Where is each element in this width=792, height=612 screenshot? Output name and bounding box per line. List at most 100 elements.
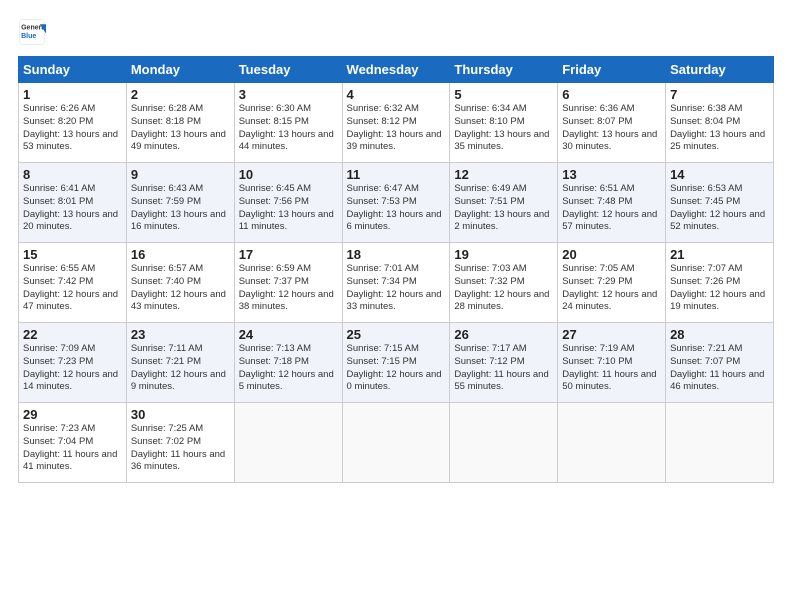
- calendar-cell: 29Sunrise: 7:23 AMSunset: 7:04 PMDayligh…: [19, 403, 127, 483]
- day-number: 13: [562, 167, 661, 182]
- calendar-cell: 8Sunrise: 6:41 AMSunset: 8:01 PMDaylight…: [19, 163, 127, 243]
- calendar-cell: 23Sunrise: 7:11 AMSunset: 7:21 PMDayligh…: [126, 323, 234, 403]
- day-info: Sunrise: 6:26 AMSunset: 8:20 PMDaylight:…: [23, 103, 118, 152]
- day-info: Sunrise: 6:59 AMSunset: 7:37 PMDaylight:…: [239, 263, 334, 312]
- day-number: 26: [454, 327, 553, 342]
- day-info: Sunrise: 7:03 AMSunset: 7:32 PMDaylight:…: [454, 263, 549, 312]
- calendar-cell: 12Sunrise: 6:49 AMSunset: 7:51 PMDayligh…: [450, 163, 558, 243]
- calendar-cell: 6Sunrise: 6:36 AMSunset: 8:07 PMDaylight…: [558, 83, 666, 163]
- day-number: 25: [347, 327, 446, 342]
- calendar-cell: 17Sunrise: 6:59 AMSunset: 7:37 PMDayligh…: [234, 243, 342, 323]
- day-number: 4: [347, 87, 446, 102]
- calendar-cell: 25Sunrise: 7:15 AMSunset: 7:15 PMDayligh…: [342, 323, 450, 403]
- calendar-cell: [666, 403, 774, 483]
- weekday-header-saturday: Saturday: [666, 57, 774, 83]
- calendar-cell: 3Sunrise: 6:30 AMSunset: 8:15 PMDaylight…: [234, 83, 342, 163]
- day-info: Sunrise: 7:11 AMSunset: 7:21 PMDaylight:…: [131, 343, 226, 392]
- day-number: 20: [562, 247, 661, 262]
- day-number: 23: [131, 327, 230, 342]
- day-info: Sunrise: 6:32 AMSunset: 8:12 PMDaylight:…: [347, 103, 442, 152]
- calendar-cell: 24Sunrise: 7:13 AMSunset: 7:18 PMDayligh…: [234, 323, 342, 403]
- day-info: Sunrise: 7:01 AMSunset: 7:34 PMDaylight:…: [347, 263, 442, 312]
- day-number: 6: [562, 87, 661, 102]
- day-info: Sunrise: 6:30 AMSunset: 8:15 PMDaylight:…: [239, 103, 334, 152]
- day-number: 9: [131, 167, 230, 182]
- calendar-cell: 20Sunrise: 7:05 AMSunset: 7:29 PMDayligh…: [558, 243, 666, 323]
- calendar-cell: 15Sunrise: 6:55 AMSunset: 7:42 PMDayligh…: [19, 243, 127, 323]
- calendar-cell: 7Sunrise: 6:38 AMSunset: 8:04 PMDaylight…: [666, 83, 774, 163]
- calendar-cell: 14Sunrise: 6:53 AMSunset: 7:45 PMDayligh…: [666, 163, 774, 243]
- day-info: Sunrise: 6:28 AMSunset: 8:18 PMDaylight:…: [131, 103, 226, 152]
- day-number: 22: [23, 327, 122, 342]
- weekday-header-tuesday: Tuesday: [234, 57, 342, 83]
- day-number: 18: [347, 247, 446, 262]
- day-info: Sunrise: 6:41 AMSunset: 8:01 PMDaylight:…: [23, 183, 118, 232]
- day-info: Sunrise: 6:51 AMSunset: 7:48 PMDaylight:…: [562, 183, 657, 232]
- day-number: 19: [454, 247, 553, 262]
- weekday-header-wednesday: Wednesday: [342, 57, 450, 83]
- calendar-cell: 27Sunrise: 7:19 AMSunset: 7:10 PMDayligh…: [558, 323, 666, 403]
- day-number: 24: [239, 327, 338, 342]
- calendar-cell: [342, 403, 450, 483]
- day-number: 30: [131, 407, 230, 422]
- calendar-cell: [450, 403, 558, 483]
- calendar-cell: 5Sunrise: 6:34 AMSunset: 8:10 PMDaylight…: [450, 83, 558, 163]
- day-info: Sunrise: 7:21 AMSunset: 7:07 PMDaylight:…: [670, 343, 764, 392]
- day-number: 16: [131, 247, 230, 262]
- day-info: Sunrise: 6:38 AMSunset: 8:04 PMDaylight:…: [670, 103, 765, 152]
- calendar-cell: 16Sunrise: 6:57 AMSunset: 7:40 PMDayligh…: [126, 243, 234, 323]
- calendar-cell: 4Sunrise: 6:32 AMSunset: 8:12 PMDaylight…: [342, 83, 450, 163]
- weekday-header-sunday: Sunday: [19, 57, 127, 83]
- day-number: 2: [131, 87, 230, 102]
- day-info: Sunrise: 7:19 AMSunset: 7:10 PMDaylight:…: [562, 343, 656, 392]
- calendar-cell: [234, 403, 342, 483]
- day-info: Sunrise: 6:55 AMSunset: 7:42 PMDaylight:…: [23, 263, 118, 312]
- day-number: 3: [239, 87, 338, 102]
- calendar-cell: 30Sunrise: 7:25 AMSunset: 7:02 PMDayligh…: [126, 403, 234, 483]
- day-number: 10: [239, 167, 338, 182]
- day-number: 21: [670, 247, 769, 262]
- day-info: Sunrise: 6:45 AMSunset: 7:56 PMDaylight:…: [239, 183, 334, 232]
- day-info: Sunrise: 6:34 AMSunset: 8:10 PMDaylight:…: [454, 103, 549, 152]
- day-info: Sunrise: 6:49 AMSunset: 7:51 PMDaylight:…: [454, 183, 549, 232]
- day-info: Sunrise: 7:09 AMSunset: 7:23 PMDaylight:…: [23, 343, 118, 392]
- day-info: Sunrise: 7:17 AMSunset: 7:12 PMDaylight:…: [454, 343, 548, 392]
- calendar-cell: 11Sunrise: 6:47 AMSunset: 7:53 PMDayligh…: [342, 163, 450, 243]
- day-info: Sunrise: 6:53 AMSunset: 7:45 PMDaylight:…: [670, 183, 765, 232]
- day-info: Sunrise: 6:36 AMSunset: 8:07 PMDaylight:…: [562, 103, 657, 152]
- weekday-header-thursday: Thursday: [450, 57, 558, 83]
- calendar-cell: 13Sunrise: 6:51 AMSunset: 7:48 PMDayligh…: [558, 163, 666, 243]
- day-info: Sunrise: 7:05 AMSunset: 7:29 PMDaylight:…: [562, 263, 657, 312]
- day-number: 15: [23, 247, 122, 262]
- logo: General Blue: [18, 18, 50, 46]
- calendar-cell: 1Sunrise: 6:26 AMSunset: 8:20 PMDaylight…: [19, 83, 127, 163]
- calendar-cell: 21Sunrise: 7:07 AMSunset: 7:26 PMDayligh…: [666, 243, 774, 323]
- day-info: Sunrise: 7:25 AMSunset: 7:02 PMDaylight:…: [131, 423, 225, 472]
- calendar-cell: 10Sunrise: 6:45 AMSunset: 7:56 PMDayligh…: [234, 163, 342, 243]
- svg-text:Blue: Blue: [21, 33, 36, 40]
- calendar-cell: [558, 403, 666, 483]
- day-number: 1: [23, 87, 122, 102]
- day-info: Sunrise: 6:47 AMSunset: 7:53 PMDaylight:…: [347, 183, 442, 232]
- calendar-cell: 28Sunrise: 7:21 AMSunset: 7:07 PMDayligh…: [666, 323, 774, 403]
- day-info: Sunrise: 7:13 AMSunset: 7:18 PMDaylight:…: [239, 343, 334, 392]
- calendar-cell: 19Sunrise: 7:03 AMSunset: 7:32 PMDayligh…: [450, 243, 558, 323]
- day-info: Sunrise: 7:15 AMSunset: 7:15 PMDaylight:…: [347, 343, 442, 392]
- day-info: Sunrise: 6:57 AMSunset: 7:40 PMDaylight:…: [131, 263, 226, 312]
- day-info: Sunrise: 7:07 AMSunset: 7:26 PMDaylight:…: [670, 263, 765, 312]
- calendar-cell: 22Sunrise: 7:09 AMSunset: 7:23 PMDayligh…: [19, 323, 127, 403]
- day-number: 5: [454, 87, 553, 102]
- day-number: 14: [670, 167, 769, 182]
- day-number: 8: [23, 167, 122, 182]
- calendar-cell: 9Sunrise: 6:43 AMSunset: 7:59 PMDaylight…: [126, 163, 234, 243]
- day-number: 17: [239, 247, 338, 262]
- calendar-cell: 26Sunrise: 7:17 AMSunset: 7:12 PMDayligh…: [450, 323, 558, 403]
- day-number: 28: [670, 327, 769, 342]
- calendar-cell: 18Sunrise: 7:01 AMSunset: 7:34 PMDayligh…: [342, 243, 450, 323]
- day-number: 12: [454, 167, 553, 182]
- calendar-table: SundayMondayTuesdayWednesdayThursdayFrid…: [18, 56, 774, 483]
- day-info: Sunrise: 6:43 AMSunset: 7:59 PMDaylight:…: [131, 183, 226, 232]
- calendar-cell: 2Sunrise: 6:28 AMSunset: 8:18 PMDaylight…: [126, 83, 234, 163]
- day-number: 29: [23, 407, 122, 422]
- day-number: 27: [562, 327, 661, 342]
